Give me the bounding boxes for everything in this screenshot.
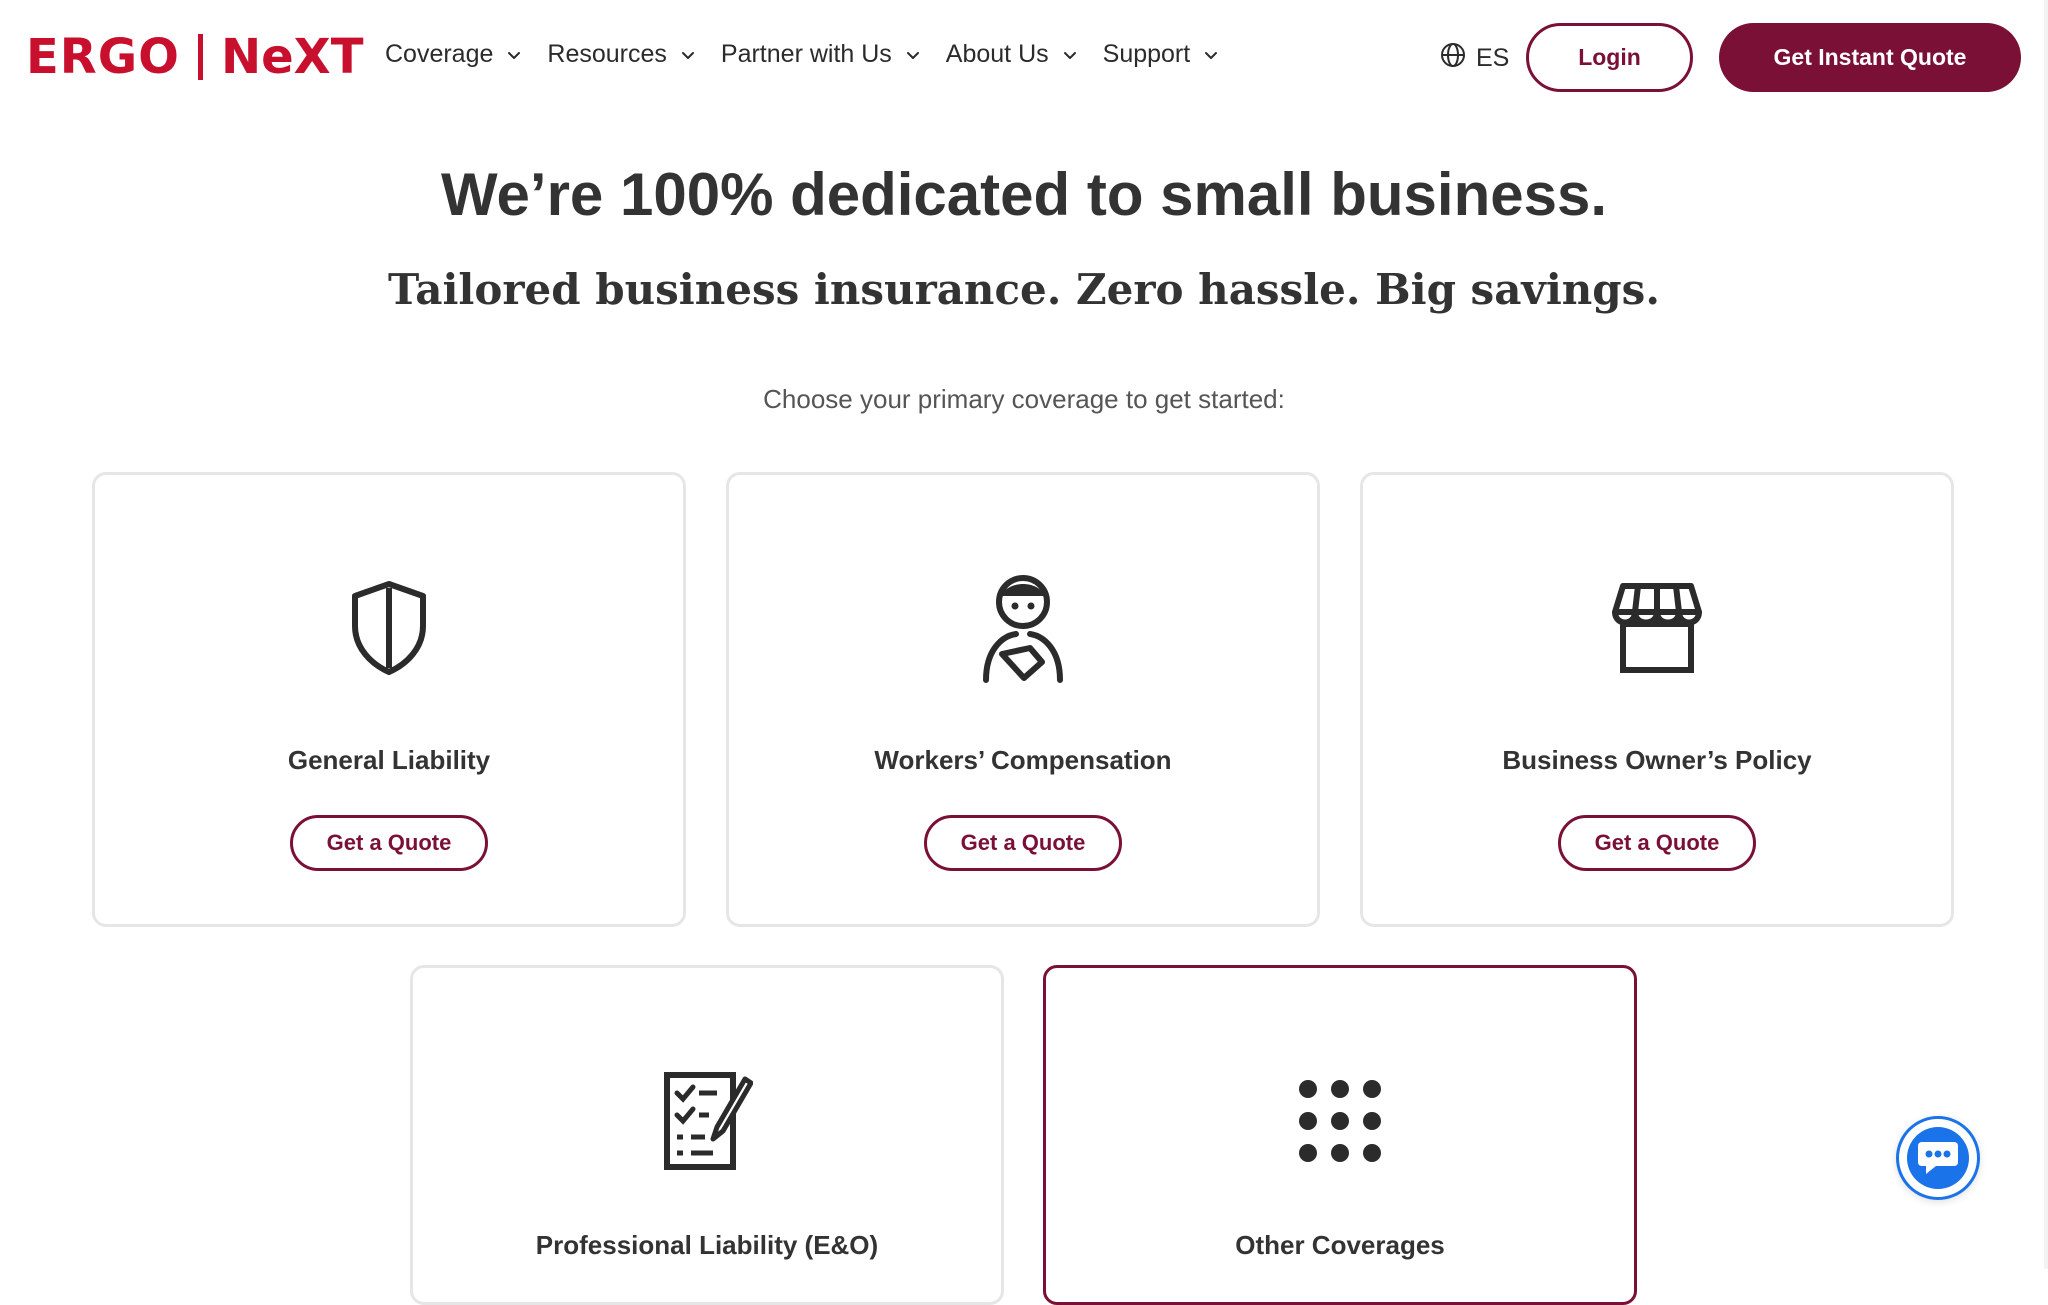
chevron-down-icon	[679, 46, 697, 64]
shield-icon	[334, 573, 444, 683]
checklist-icon	[652, 1066, 762, 1176]
language-toggle[interactable]: ES	[1440, 42, 1509, 75]
coverage-prompt: Choose your primary coverage to get star…	[763, 384, 1285, 414]
chat-launcher-button[interactable]	[1896, 1116, 1980, 1200]
scrollbar-track[interactable]	[2044, 0, 2048, 1269]
chevron-down-icon	[505, 46, 523, 64]
card-label: Other Coverages	[1235, 1230, 1445, 1260]
nav-item-label: About Us	[945, 40, 1049, 68]
globe-icon	[1440, 42, 1466, 75]
nav-item-label: Partner with Us	[720, 40, 892, 68]
chevron-down-icon	[1061, 46, 1079, 64]
get-a-quote-button[interactable]: Get a Quote	[290, 815, 488, 871]
coverage-card-business-owners-policy[interactable]: Business Owner’s Policy Get a Quote	[1360, 472, 1954, 927]
get-a-quote-button[interactable]: Get a Quote	[924, 815, 1122, 871]
chevron-down-icon	[904, 46, 922, 64]
card-label: General Liability	[287, 745, 491, 775]
nav-item-resources[interactable]: Resources	[547, 40, 697, 69]
nav-item-support[interactable]: Support	[1103, 40, 1221, 69]
nav-item-coverage[interactable]: Coverage	[385, 40, 523, 69]
login-button[interactable]: Login	[1526, 23, 1693, 92]
chat-bubble-icon	[1907, 1127, 1969, 1189]
logo-divider	[197, 34, 203, 80]
nav-item-label: Coverage	[385, 40, 494, 68]
language-label: ES	[1476, 44, 1510, 72]
get-instant-quote-button[interactable]: Get Instant Quote	[1719, 23, 2021, 92]
logo-ergo: ERGO	[26, 29, 180, 85]
coverage-card-workers-compensation[interactable]: Workers’ Compensation Get a Quote	[726, 472, 1320, 927]
card-label: Professional Liability (E&O)	[535, 1230, 879, 1260]
nav-item-about[interactable]: About Us	[946, 40, 1079, 69]
worker-icon	[968, 573, 1078, 683]
get-a-quote-button[interactable]: Get a Quote	[1558, 815, 1756, 871]
site-header: ERGO NeXT Coverage Resources Partner wit…	[0, 0, 2048, 116]
ergo-next-logo[interactable]: ERGO NeXT	[26, 30, 363, 84]
coverage-card-other-coverages[interactable]: Other Coverages	[1043, 965, 1637, 1305]
storefront-icon	[1602, 573, 1712, 683]
hero-subtitle: Tailored business insurance. Zero hassle…	[388, 265, 1660, 314]
card-label: Workers’ Compensation	[874, 745, 1172, 775]
coverage-card-professional-liability[interactable]: Professional Liability (E&O)	[410, 965, 1004, 1305]
main-nav: Coverage Resources Partner with Us About…	[385, 40, 1220, 69]
nav-item-label: Resources	[547, 40, 667, 68]
coverage-card-general-liability[interactable]: General Liability Get a Quote	[92, 472, 686, 927]
nav-item-label: Support	[1102, 40, 1191, 68]
hero-title: We’re 100% dedicated to small business.	[440, 161, 1607, 228]
logo-next: NeXT	[220, 29, 364, 85]
nav-item-partner[interactable]: Partner with Us	[721, 40, 922, 69]
grid-dots-icon	[1285, 1066, 1395, 1176]
chevron-down-icon	[1202, 46, 1220, 64]
card-label: Business Owner’s Policy	[1502, 745, 1812, 775]
